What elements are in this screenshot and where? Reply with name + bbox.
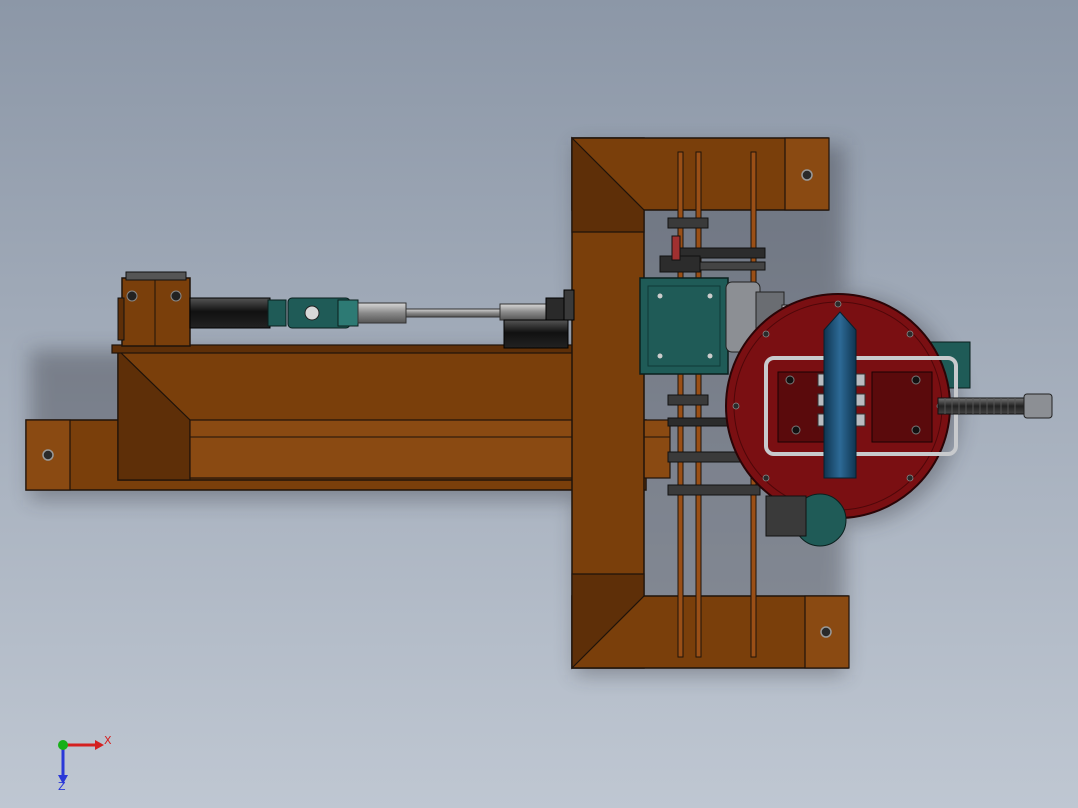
jaw-bolt-4 [911,425,921,435]
mount-top-plate [125,271,187,281]
jaw-bolt-3 [911,375,921,385]
rod-coupling [499,303,551,321]
machine-assembly-drawing: X Z [25,136,1053,793]
frame-bracket [563,289,575,321]
drive-line [117,271,575,349]
view-triad[interactable]: X Z [58,734,112,793]
gear-bracket [765,495,807,537]
mount-side-lug [117,297,125,341]
u-joint-yoke [337,299,359,327]
cross-nut-2 [667,394,709,406]
u-joint-cross [304,305,320,321]
screw-handle [1023,393,1053,419]
z-axis-label: Z [58,780,66,793]
top-arm-bolt [801,169,813,181]
left-end-bolt [42,449,54,461]
jaw-bolt-2 [791,425,801,435]
cross-nut-1 [667,217,709,229]
cross-nut-4 [667,484,761,496]
spindle-motor-box [639,277,729,375]
bottom-arm-bolt [820,626,832,638]
mount-bolt-1 [126,290,138,302]
hydraulic-cylinder [189,297,271,329]
jaw-bolt-1 [785,375,795,385]
drive-rod [405,308,501,318]
cylinder-end-cap [267,299,287,327]
mount-bolt-2 [170,290,182,302]
motor-red-tab [671,235,681,261]
cad-viewport[interactable]: X Z [0,0,1078,808]
y-axis-dot [58,740,68,750]
drive-sleeve [357,302,407,324]
gear-motor [503,319,569,349]
cylinder-mount-block [121,277,191,347]
vise-moving-jaw [871,371,933,443]
workpiece [823,311,857,479]
x-axis-label: X [104,734,112,747]
x-axis-arrowhead [95,740,104,750]
